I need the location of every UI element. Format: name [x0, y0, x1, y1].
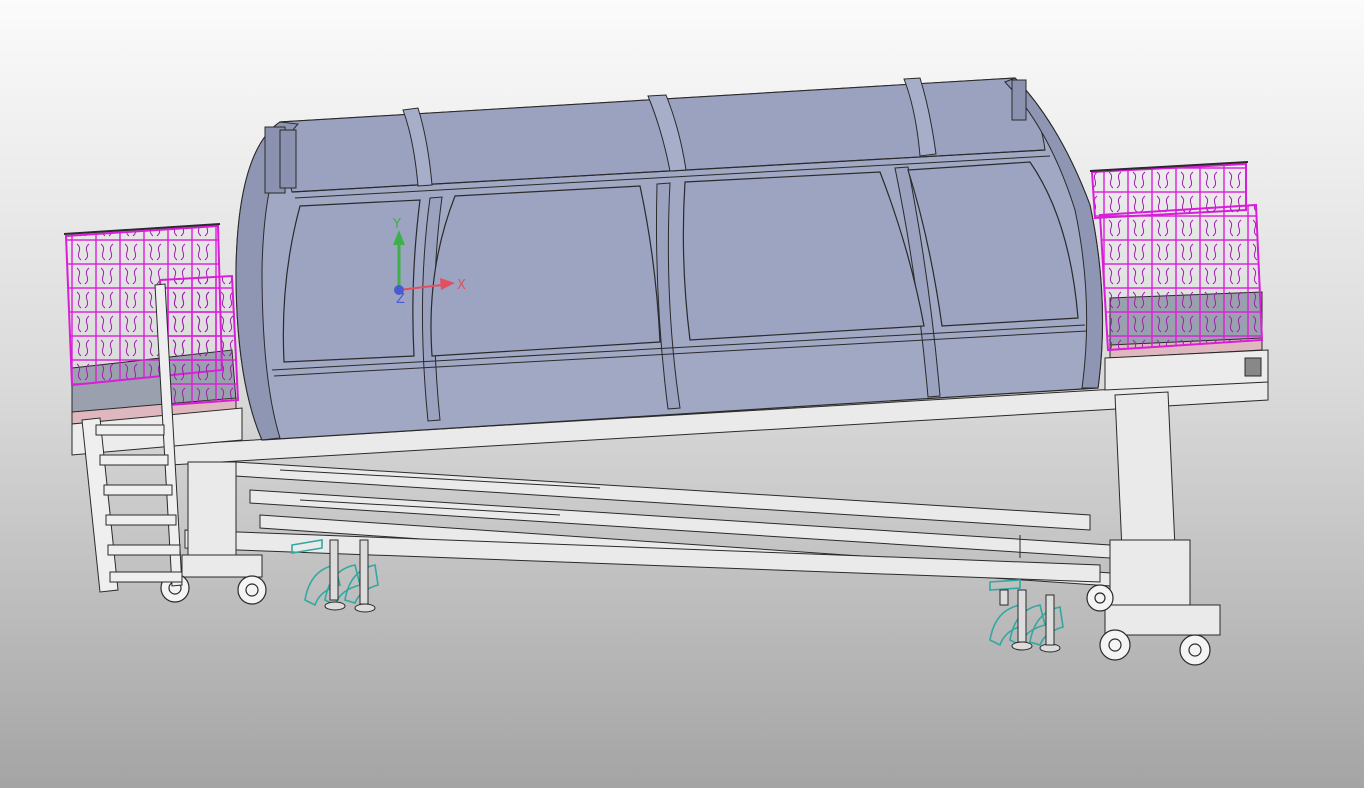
- right-leg-column: [1114, 391, 1176, 551]
- cabin-left-hatch: [264, 126, 297, 194]
- triad-z-label: Z: [396, 292, 405, 307]
- window-3: [682, 171, 925, 341]
- right-platform: [1089, 161, 1269, 391]
- cabin-right-hatch: [1011, 79, 1027, 121]
- cabin-assembly: [235, 77, 1104, 441]
- wheel: [1086, 584, 1114, 612]
- left-leg-column: [187, 461, 237, 563]
- left-railing-front: [158, 274, 240, 407]
- triad-y-label: Y: [392, 217, 401, 232]
- right-leg-block: [1109, 539, 1191, 611]
- wheel: [237, 575, 267, 605]
- wheel: [1179, 634, 1211, 666]
- wheel: [1099, 629, 1131, 661]
- cad-3d-viewport[interactable]: X Y Z: [0, 0, 1364, 788]
- left-leg-foot: [181, 554, 263, 578]
- right-railing-side: [1098, 203, 1264, 352]
- right-leg-foot: [1104, 604, 1221, 636]
- triad-x-label: X: [457, 278, 466, 293]
- right-deck-bracket: [1244, 357, 1262, 377]
- window-2: [430, 185, 661, 357]
